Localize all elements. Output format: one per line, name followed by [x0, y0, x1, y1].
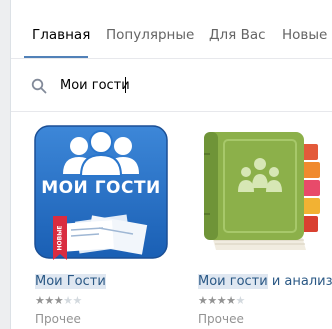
app-name-rest: и анализ [267, 274, 332, 289]
star-icon: ★ [207, 294, 217, 307]
app-category: Прочее [198, 312, 244, 326]
app-rating: ★★★★★ [198, 294, 245, 307]
app-name[interactable]: Мои Гости [35, 274, 106, 289]
star-icon: ★ [35, 294, 45, 307]
search-input[interactable] [60, 73, 320, 97]
active-tab-indicator [24, 56, 88, 58]
tab-new[interactable]: Новые [282, 27, 327, 43]
app-icon-my-guests[interactable]: МОИ ГОСТИ НОВЫЕ [33, 124, 169, 260]
tab-for-you[interactable]: Для Вас [209, 27, 266, 43]
search-icon[interactable] [31, 78, 47, 94]
star-icon: ★ [226, 294, 236, 307]
app-icon-book[interactable] [194, 124, 330, 260]
search-bar [11, 59, 332, 112]
star-icon: ★ [198, 294, 208, 307]
star-icon: ★ [72, 294, 83, 307]
app-rating: ★★★★★ [35, 294, 82, 307]
star-icon: ★ [216, 294, 227, 307]
star-icon: ★ [53, 294, 64, 307]
star-icon: ★ [63, 294, 73, 307]
text-caret [125, 77, 126, 93]
new-badge: НОВЫЕ [56, 225, 64, 251]
app-icon-title: МОИ ГОСТИ [41, 178, 161, 198]
catalog-panel: Главная Популярные Для Вас Новые Мои гос… [10, 0, 332, 329]
tab-bar: Главная Популярные Для Вас Новые [11, 0, 332, 59]
tab-popular[interactable]: Популярные [106, 27, 194, 43]
app-category: Прочее [35, 312, 81, 326]
app-name-highlight: Мои Гости [35, 274, 106, 289]
tab-main[interactable]: Главная [32, 27, 90, 43]
star-icon: ★ [44, 294, 54, 307]
page: Главная Популярные Для Вас Новые Мои гос… [0, 0, 332, 329]
app-name-highlight: Мои гости [198, 274, 268, 289]
app-name[interactable]: Мои гости и анализ [198, 274, 332, 289]
star-icon: ★ [235, 294, 246, 307]
